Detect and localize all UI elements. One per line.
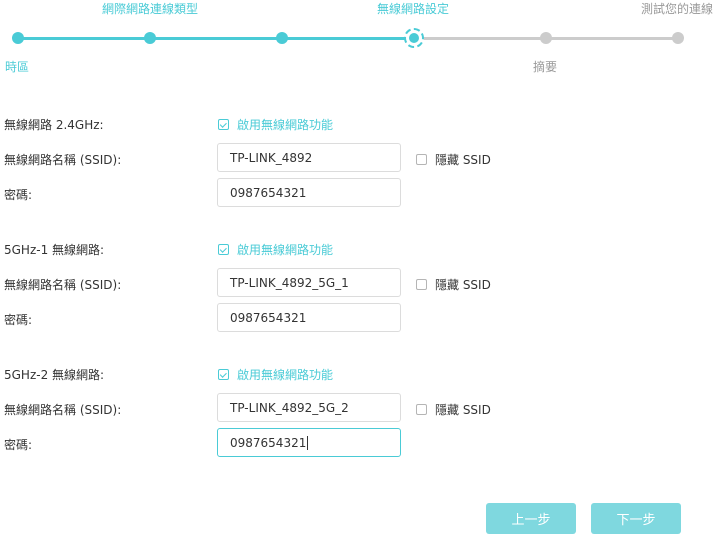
password-label-5g-1: 密碼: bbox=[4, 313, 33, 327]
band-label-2g: 無線網路 2.4GHz: bbox=[4, 118, 104, 132]
step-dot-3 bbox=[276, 32, 288, 44]
hide-ssid-label-5g-1: 隱藏 SSID bbox=[435, 278, 491, 292]
checkbox-checked-icon bbox=[218, 244, 229, 255]
band-label-5g-2: 5GHz-2 無線網路: bbox=[4, 368, 105, 382]
password-value-5g-1: 0987654321 bbox=[230, 310, 307, 325]
hide-ssid-checkbox-5g-1[interactable]: 隱藏 SSID bbox=[416, 276, 491, 293]
progress-line-done bbox=[17, 37, 414, 40]
step-dot-timezone bbox=[12, 32, 24, 44]
checkbox-unchecked-icon bbox=[416, 279, 427, 290]
ssid-input-5g-2[interactable]: TP-LINK_4892_5G_2 bbox=[217, 393, 401, 422]
password-value-5g-2: 0987654321 bbox=[230, 435, 307, 450]
band-label-5g-1: 5GHz-1 無線網路: bbox=[4, 243, 105, 257]
enable-wireless-label-5g-2: 啟用無線網路功能 bbox=[237, 368, 334, 382]
enable-wireless-checkbox-5g-2[interactable]: 啟用無線網路功能 bbox=[218, 366, 333, 383]
ssid-value-5g-1: TP-LINK_4892_5G_1 bbox=[230, 275, 349, 290]
step-dot-wireless-settings-current bbox=[404, 28, 424, 48]
back-button[interactable]: 上一步 bbox=[486, 503, 576, 534]
password-label-2g: 密碼: bbox=[4, 188, 33, 202]
step-label-test-connection: 測試您的連線 bbox=[641, 2, 714, 16]
hide-ssid-label-2g: 隱藏 SSID bbox=[435, 153, 491, 167]
ssid-input-5g-1[interactable]: TP-LINK_4892_5G_1 bbox=[217, 268, 401, 297]
hide-ssid-checkbox-5g-2[interactable]: 隱藏 SSID bbox=[416, 401, 491, 418]
enable-wireless-label-2g: 啟用無線網路功能 bbox=[237, 118, 334, 132]
next-button[interactable]: 下一步 bbox=[591, 503, 681, 534]
enable-wireless-label-5g-1: 啟用無線網路功能 bbox=[237, 243, 334, 257]
step-dot-summary bbox=[540, 32, 552, 44]
ssid-label-5g-1: 無線網路名稱 (SSID): bbox=[4, 278, 122, 292]
enable-wireless-checkbox-5g-1[interactable]: 啟用無線網路功能 bbox=[218, 241, 333, 258]
step-label-summary: 摘要 bbox=[533, 60, 558, 74]
text-cursor bbox=[307, 435, 309, 450]
ssid-label-5g-2: 無線網路名稱 (SSID): bbox=[4, 403, 122, 417]
ssid-value-5g-2: TP-LINK_4892_5G_2 bbox=[230, 400, 349, 415]
step-label-wireless-settings: 無線網路設定 bbox=[377, 2, 450, 16]
ssid-input-2g[interactable]: TP-LINK_4892 bbox=[217, 143, 401, 172]
enable-wireless-checkbox-2g[interactable]: 啟用無線網路功能 bbox=[218, 116, 333, 133]
password-input-5g-1[interactable]: 0987654321 bbox=[217, 303, 401, 332]
step-dot-test-connection bbox=[672, 32, 684, 44]
password-label-5g-2: 密碼: bbox=[4, 438, 33, 452]
step-label-timezone: 時區 bbox=[5, 60, 30, 74]
ssid-value-2g: TP-LINK_4892 bbox=[230, 150, 313, 165]
ssid-label-2g: 無線網路名稱 (SSID): bbox=[4, 153, 122, 167]
password-input-5g-2[interactable]: 0987654321 bbox=[217, 428, 401, 457]
hide-ssid-label-5g-2: 隱藏 SSID bbox=[435, 403, 491, 417]
hide-ssid-checkbox-2g[interactable]: 隱藏 SSID bbox=[416, 151, 491, 168]
checkbox-unchecked-icon bbox=[416, 404, 427, 415]
step-dot-internet-type bbox=[144, 32, 156, 44]
checkbox-checked-icon bbox=[218, 119, 229, 130]
password-input-2g[interactable]: 0987654321 bbox=[217, 178, 401, 207]
step-label-internet-type: 網際網路連線類型 bbox=[102, 2, 199, 16]
password-value-2g: 0987654321 bbox=[230, 185, 307, 200]
checkbox-unchecked-icon bbox=[416, 154, 427, 165]
checkbox-checked-icon bbox=[218, 369, 229, 380]
